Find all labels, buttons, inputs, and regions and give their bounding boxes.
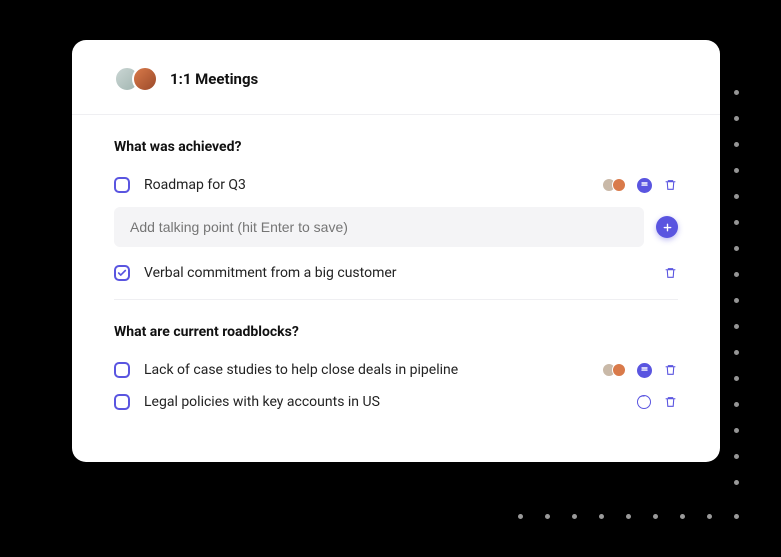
trash-icon[interactable] [662, 177, 678, 193]
checkbox[interactable] [114, 362, 130, 378]
talking-point-row: Roadmap for Q3 [114, 169, 678, 201]
avatar [132, 66, 158, 92]
talking-point-row: Lack of case studies to help close deals… [114, 354, 678, 386]
add-button[interactable] [656, 216, 678, 238]
trash-icon[interactable] [662, 265, 678, 281]
decoration-dots-horizontal [518, 514, 739, 519]
row-actions [636, 394, 678, 410]
participant-avatars [114, 66, 158, 92]
meeting-card: 1:1 Meetings What was achieved? Roadmap … [72, 40, 720, 462]
page-title: 1:1 Meetings [170, 70, 258, 88]
talking-point-row: Verbal commitment from a big customer [114, 257, 678, 289]
talking-point-text: Verbal commitment from a big customer [144, 265, 648, 281]
add-talking-point-row [114, 207, 678, 247]
section-achieved: What was achieved? Roadmap for Q3 [72, 115, 720, 300]
talking-point-text: Legal policies with key accounts in US [144, 394, 622, 410]
checkbox[interactable] [114, 265, 130, 281]
section-title: What are current roadblocks? [114, 300, 678, 354]
decoration-dots-vertical [734, 90, 739, 485]
checkbox[interactable] [114, 394, 130, 410]
talking-point-row: Legal policies with key accounts in US [114, 386, 678, 418]
talking-point-text: Roadmap for Q3 [144, 177, 588, 193]
row-actions [602, 177, 678, 193]
trash-icon[interactable] [662, 362, 678, 378]
row-actions [602, 362, 678, 378]
section-title: What was achieved? [114, 115, 678, 169]
comment-outline-icon[interactable] [636, 394, 652, 410]
trash-icon[interactable] [662, 394, 678, 410]
talking-point-input[interactable] [114, 207, 644, 247]
section-roadblocks: What are current roadblocks? Lack of cas… [72, 300, 720, 418]
card-header: 1:1 Meetings [72, 40, 720, 115]
row-actions [662, 265, 678, 281]
assignee-avatars [602, 363, 626, 377]
comment-icon[interactable] [636, 177, 652, 193]
comment-icon[interactable] [636, 362, 652, 378]
assignee-avatars [602, 178, 626, 192]
checkbox[interactable] [114, 177, 130, 193]
talking-point-text: Lack of case studies to help close deals… [144, 362, 588, 378]
